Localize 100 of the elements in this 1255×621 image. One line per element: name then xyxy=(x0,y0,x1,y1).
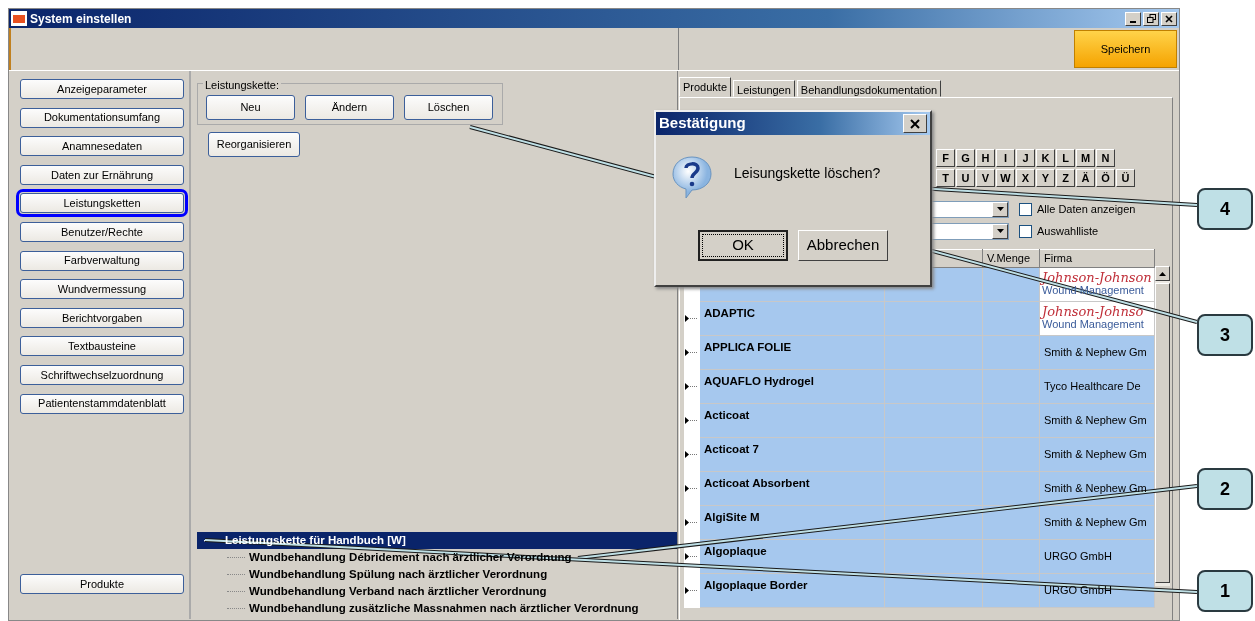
table-cell: Smith & Nephew Gm xyxy=(1044,345,1147,358)
letter-button[interactable]: Y xyxy=(1036,169,1055,187)
sidebar-button[interactable]: Anamnesedaten xyxy=(20,136,184,157)
dialog-message: Leisungskette löschen? xyxy=(734,164,881,183)
tree-item[interactable]: Leistungskette für Handbuch [W] xyxy=(197,532,677,549)
sidebar-button[interactable]: Farbverwaltung xyxy=(20,250,184,271)
minimize-button[interactable] xyxy=(1125,11,1141,26)
ok-button[interactable]: OK xyxy=(698,230,788,261)
callout-badge: 3 xyxy=(1197,314,1253,356)
table-cell: Algoplaque Border xyxy=(699,573,885,607)
table-cell: Smith & Nephew Gm xyxy=(1044,447,1147,460)
letter-button[interactable]: J xyxy=(1016,149,1035,167)
table-cell: Smith & Nephew Gm xyxy=(1044,413,1147,426)
sidebar-button[interactable]: Anzeigeparameter xyxy=(20,79,184,99)
restore-button[interactable] xyxy=(1143,11,1159,26)
window-title: System einstellen xyxy=(30,10,132,28)
scrollbar[interactable] xyxy=(1155,266,1170,586)
row-pointer-icon xyxy=(685,519,698,527)
table-cell: Smith & Nephew Gm xyxy=(1044,515,1147,528)
edit-button[interactable]: Ändern xyxy=(305,95,394,120)
minimize-icon xyxy=(1130,20,1136,23)
letter-button[interactable]: H xyxy=(976,149,995,167)
letter-button[interactable]: N xyxy=(1096,149,1115,167)
dialog-title: Bestätigung xyxy=(659,113,746,134)
table-cell-text: Wound Management xyxy=(1042,319,1145,331)
table-cell: Acticoat xyxy=(699,403,885,437)
letter-button[interactable]: I xyxy=(996,149,1015,167)
company-logo: Johnson-Johnson xyxy=(1042,271,1152,286)
tree-item[interactable]: Wundbehandlung zusätzliche Massnahmen nach ärztlicher Verordnung xyxy=(249,599,639,618)
tree-label: Leistungskette für Handbuch [W] xyxy=(225,532,406,548)
row-pointer-icon xyxy=(685,383,698,391)
letter-button[interactable]: L xyxy=(1056,149,1075,167)
row-pointer-icon xyxy=(685,315,698,323)
letter-button[interactable]: Ä xyxy=(1076,169,1095,187)
app-logo-icon xyxy=(11,11,27,26)
sidebar-button[interactable]: Dokumentationsumfang xyxy=(20,107,184,128)
checkbox-label: Alle Daten anzeigen xyxy=(1037,201,1136,217)
tab[interactable]: Produkte xyxy=(679,77,732,97)
letter-button[interactable]: F xyxy=(936,149,955,167)
sidebar-button[interactable]: Schriftwechselzuordnung xyxy=(20,364,184,385)
up-arrow-icon xyxy=(1159,271,1166,276)
column-header[interactable]: V.Menge xyxy=(982,249,1040,267)
tree-item[interactable]: Wundbehandlung Verband nach ärztlicher Verordnung xyxy=(249,582,547,601)
table-cell: URGO GmbH xyxy=(1044,549,1112,562)
row-pointer-icon xyxy=(685,553,698,561)
callout-badge: 2 xyxy=(1197,468,1253,510)
letter-button[interactable]: M xyxy=(1076,149,1095,167)
table-cell-text: Wound Management xyxy=(1042,285,1144,297)
sidebar-button[interactable]: Benutzer/Rechte xyxy=(20,221,184,242)
callout-badge: 4 xyxy=(1197,188,1253,230)
sidebar-button[interactable]: Wundvermessung xyxy=(20,279,184,300)
close-icon xyxy=(1165,14,1173,23)
sidebar-button[interactable]: Produkte xyxy=(20,574,184,594)
close-button[interactable] xyxy=(903,114,927,133)
row-pointer-icon xyxy=(685,587,698,595)
row-pointer-icon xyxy=(685,485,698,493)
save-button[interactable]: Speichern xyxy=(1074,30,1177,68)
reorganize-button[interactable]: Reorganisieren xyxy=(208,132,300,157)
close-button[interactable] xyxy=(1161,11,1177,26)
dropdown-arrow-icon xyxy=(996,229,1004,233)
question-bubble-icon xyxy=(672,155,712,199)
letter-button[interactable]: X xyxy=(1016,169,1035,187)
table-cell: ADAPTIC xyxy=(699,301,885,335)
restore-icon xyxy=(1146,14,1156,23)
letter-button[interactable]: Z xyxy=(1056,169,1075,187)
table-cell: APPLICA FOLIE xyxy=(699,335,885,369)
checkbox[interactable] xyxy=(1019,224,1032,238)
letter-button[interactable]: G xyxy=(956,149,975,167)
row-pointer-icon xyxy=(685,451,698,459)
cancel-button[interactable]: Abbrechen xyxy=(798,230,888,261)
close-icon xyxy=(910,118,920,129)
tree-item[interactable]: Wundbehandlung Spülung nach ärztlicher Verordnung xyxy=(249,565,548,584)
letter-button[interactable]: K xyxy=(1036,149,1055,167)
letter-button[interactable]: T xyxy=(936,169,955,187)
letter-button[interactable]: U xyxy=(956,169,975,187)
letter-button[interactable]: Ü xyxy=(1116,169,1135,187)
table-cell: Tyco Healthcare De xyxy=(1044,379,1141,392)
sidebar-button[interactable]: Berichtvorgaben xyxy=(20,307,184,328)
table-cell: Smith & Nephew Gm xyxy=(1044,481,1147,494)
letter-button[interactable]: W xyxy=(996,169,1015,187)
table-cell: Acticoat 7 xyxy=(699,437,885,471)
sidebar-button[interactable]: Textbausteine xyxy=(20,336,184,357)
new-button[interactable]: Neu xyxy=(206,95,295,120)
callout-badge: 1 xyxy=(1197,570,1253,612)
letter-button[interactable]: Ö xyxy=(1096,169,1115,187)
sidebar-button[interactable]: Patientenstammdatenblatt xyxy=(20,393,184,414)
tab[interactable]: Leistungen xyxy=(733,80,795,97)
row-pointer-icon xyxy=(685,417,698,425)
table-cell: AQUAFLO Hydrogel xyxy=(699,369,885,403)
checkbox-label: Auswahlliste xyxy=(1037,223,1099,239)
letter-button[interactable]: V xyxy=(976,169,995,187)
row-pointer-icon xyxy=(685,349,698,357)
sidebar-button[interactable]: Daten zur Ernährung xyxy=(20,164,184,185)
company-logo: Johnson-Johnso xyxy=(1042,305,1145,320)
tab[interactable]: Behandlungsdokumentation xyxy=(796,80,942,97)
dropdown-arrow-icon xyxy=(996,207,1004,211)
table-cell: Acticoat Absorbent xyxy=(699,471,885,505)
delete-button[interactable]: Löschen xyxy=(404,95,493,120)
column-header[interactable]: Firma xyxy=(1039,249,1155,267)
checkbox[interactable] xyxy=(1019,202,1032,216)
